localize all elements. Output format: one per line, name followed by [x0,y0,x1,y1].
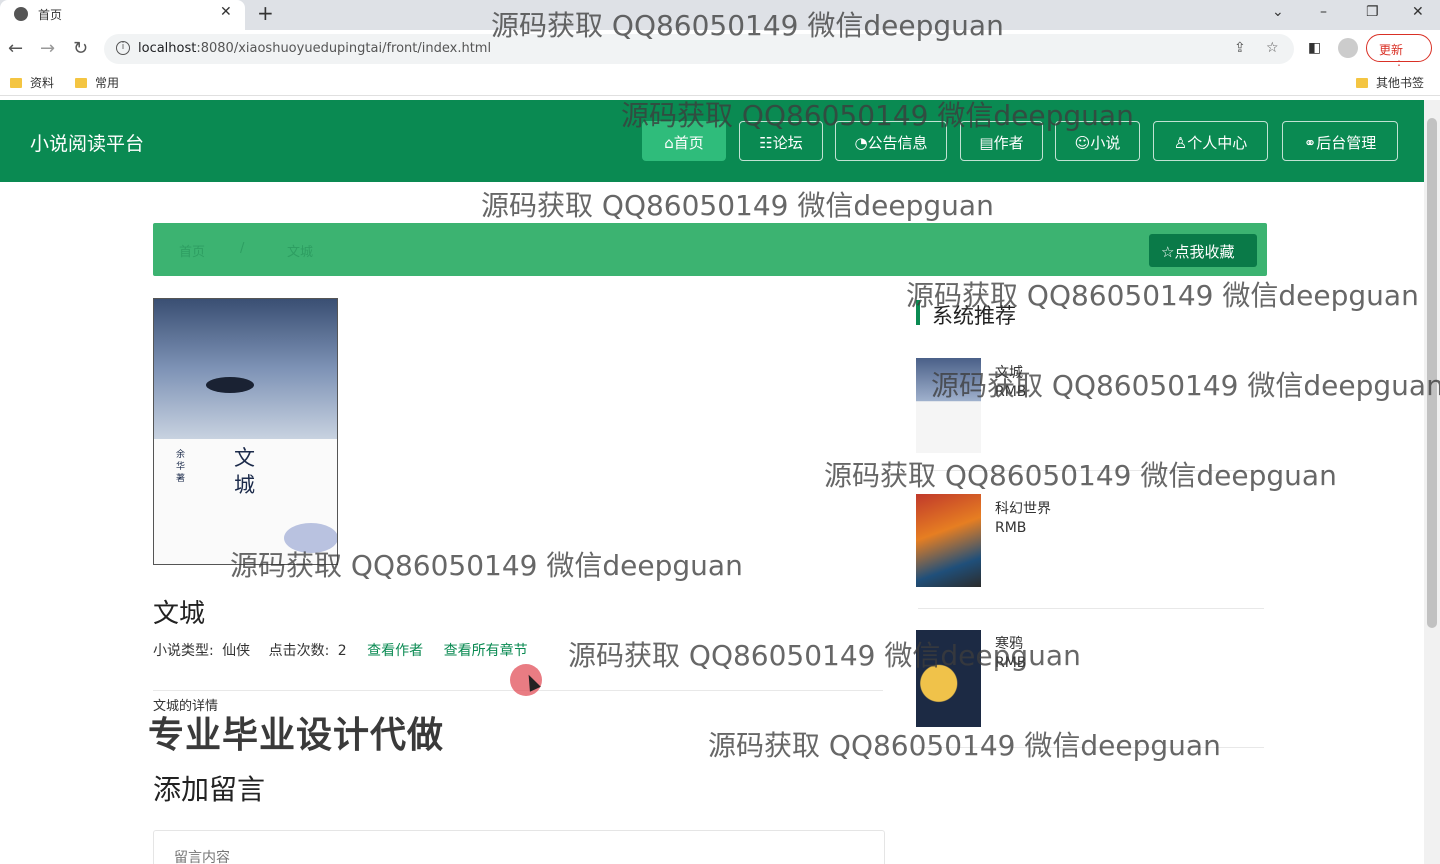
info-icon[interactable]: i [116,41,130,55]
comment-heading: 添加留言 [153,773,266,806]
cover-author: 余华著 [176,450,186,484]
nav-forum[interactable]: ☷论坛 [739,121,823,161]
site-title: 小说阅读平台 [30,133,145,155]
folder-icon [1356,78,1368,88]
recommend-name[interactable]: 寒鸦 [995,633,1023,653]
folder-icon [75,78,87,88]
breadcrumb-separator: / [240,241,245,256]
recommend-heading: 系统推荐 [916,300,1016,328]
favorite-button[interactable]: ☆点我收藏 [1149,234,1257,267]
page-viewport: 小说阅读平台 ⌂首页 ☷论坛 ◔公告信息 ▤作者 ☺小说 ♙个人中心 ⚭后台管理… [0,100,1424,864]
clicks-label: 点击次数: [268,643,330,659]
comment-placeholder: 留言内容 [174,850,230,864]
forum-icon: ☷ [759,134,773,152]
nav-home[interactable]: ⌂首页 [642,121,726,161]
divider [918,608,1264,609]
site-header: 小说阅读平台 ⌂首页 ☷论坛 ◔公告信息 ▤作者 ☺小说 ♙个人中心 ⚭后台管理 [0,100,1424,182]
link-icon: ⚭ [1303,134,1317,152]
view-author-link[interactable]: 查看作者 [367,643,423,659]
novel-cover: 余华著 文城 [153,298,338,565]
recommend-thumb[interactable] [916,494,981,587]
restore-icon[interactable]: ❐ [1366,4,1379,20]
nav-authors[interactable]: ▤作者 [960,121,1043,161]
nav-novels[interactable]: ☺小说 [1055,121,1140,161]
update-button[interactable]: 更新 ⋮ [1366,34,1432,72]
cover-eye-shape [206,377,254,393]
forward-icon[interactable]: → [40,38,55,59]
browser-tab-strip: 首页 ✕ + ⌄ – ❐ ✕ [0,0,1440,30]
reload-icon[interactable]: ↻ [73,38,88,59]
nav-admin[interactable]: ⚭后台管理 [1282,121,1398,161]
novel-meta: 小说类型: 仙侠 点击次数: 2 查看作者 查看所有章节 [153,640,532,660]
profile-icon[interactable] [1338,38,1358,58]
cover-artwork [154,299,337,439]
breadcrumb: 首页 / 文城 ☆点我收藏 [153,223,1267,276]
other-bookmarks[interactable]: 其他书签 [1356,74,1424,91]
recommend-price: RMB [995,384,1027,400]
globe-icon [14,7,28,21]
address-toolbar: ← → ↻ i localhost:8080/xiaoshuoyueduping… [0,30,1440,72]
cover-lower: 余华著 文城 [154,439,337,564]
new-tab-button[interactable]: + [257,1,274,25]
document-icon: ▤ [979,134,994,152]
back-icon[interactable]: ← [8,38,23,59]
chevron-down-icon[interactable]: ⌄ [1272,4,1284,20]
breadcrumb-home[interactable]: 首页 [179,241,205,260]
dashboard-icon: ◔ [854,134,868,152]
folder-icon [10,78,22,88]
nav-profile[interactable]: ♙个人中心 [1153,121,1268,161]
recommend-name[interactable]: 科幻世界 [995,498,1051,518]
type-label: 小说类型: [153,643,214,659]
view-chapters-link[interactable]: 查看所有章节 [444,643,528,659]
clicks-value: 2 [337,643,347,659]
recommend-name[interactable]: 文城 [995,362,1023,382]
close-window-icon[interactable]: ✕ [1412,4,1424,20]
recommend-thumb[interactable] [916,358,981,453]
minimize-icon[interactable]: – [1320,4,1327,20]
smile-icon: ☺ [1074,134,1091,152]
novel-title: 文城 [153,599,206,629]
type-value: 仙侠 [222,643,251,659]
bookmark-folder[interactable]: 资料 [10,74,54,91]
share-icon[interactable]: ⇪ [1234,40,1246,56]
url-text[interactable]: localhost:8080/xiaoshuoyuedupingtai/fron… [138,41,491,56]
url-bar[interactable]: i localhost:8080/xiaoshuoyuedupingtai/fr… [104,34,1294,64]
overlay-ad-text: 专业毕业设计代做 [148,715,445,756]
divider [918,747,1264,748]
close-icon[interactable]: ✕ [220,4,232,20]
cover-brush-shape [284,523,337,553]
user-icon: ♙ [1173,134,1188,152]
recommend-thumb[interactable] [916,630,981,727]
divider [918,470,1264,471]
bookmark-folder[interactable]: 常用 [75,74,119,91]
nav-announcements[interactable]: ◔公告信息 [835,121,947,161]
star-icon[interactable]: ☆ [1266,40,1279,56]
home-icon: ⌂ [664,134,674,152]
tab-title: 首页 [38,8,63,22]
browser-tab[interactable]: 首页 ✕ [0,0,245,30]
bookmarks-bar: 资料 常用 其他书签 [0,68,1440,96]
scrollbar-thumb[interactable] [1427,118,1437,628]
sidebar-icon[interactable]: ◧ [1308,40,1321,56]
cover-title: 文城 [234,446,255,497]
recommend-price: RMB [995,655,1027,671]
recommend-price: RMB [995,520,1027,536]
breadcrumb-current: 文城 [287,245,314,260]
scrollbar[interactable] [1424,100,1440,864]
comment-input[interactable]: 留言内容 [153,830,885,864]
